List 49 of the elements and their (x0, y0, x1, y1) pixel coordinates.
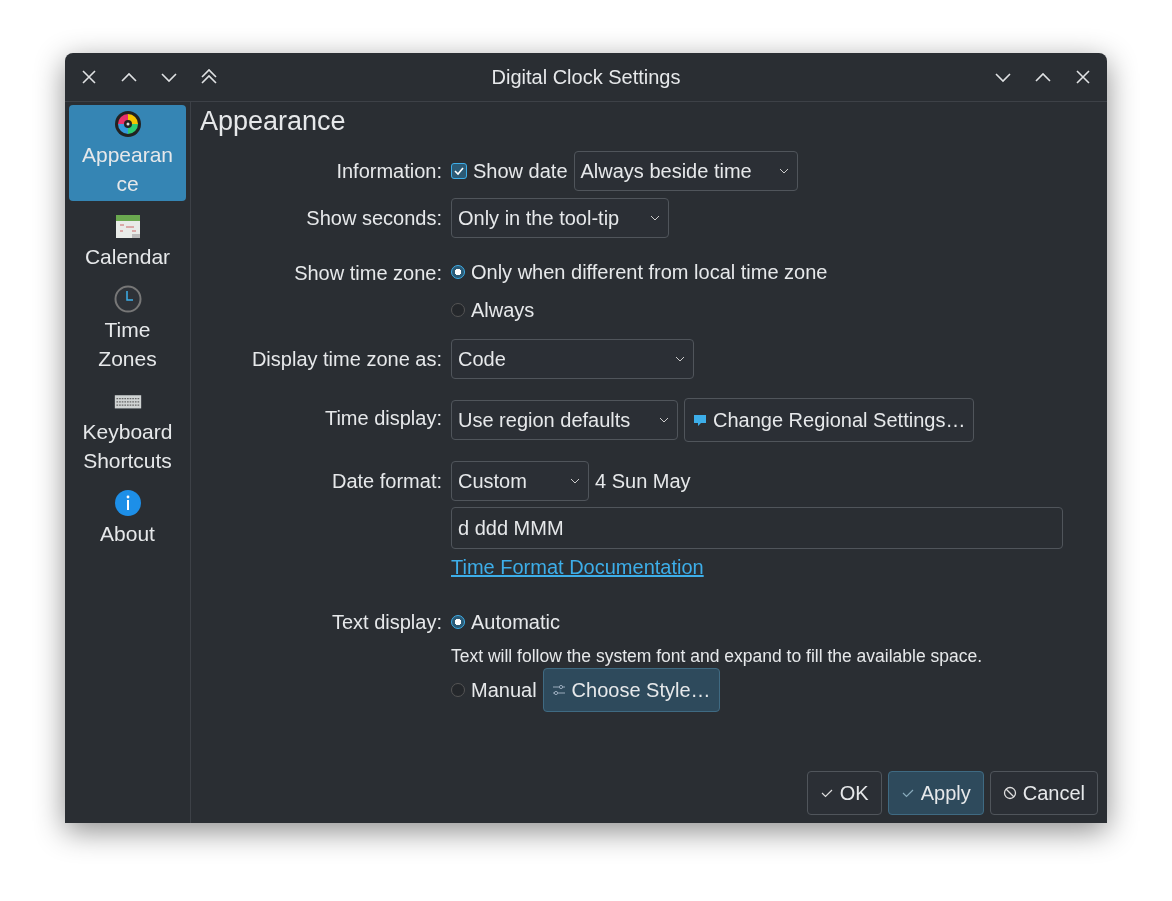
sidebar-item[interactable]: Time Zones (69, 280, 186, 376)
caret-icon (570, 478, 580, 484)
date-format-field[interactable]: d ddd MMM (451, 507, 1063, 549)
dropdown[interactable]: Code (451, 339, 694, 379)
radio-button[interactable] (451, 265, 465, 279)
window-title: Digital Clock Settings (490, 65, 682, 89)
info-icon (113, 489, 142, 517)
help-text: Text will follow the system font and expand to fill the available space. (451, 645, 983, 668)
checkbox-label[interactable]: Show date (473, 159, 568, 183)
cancel-icon (1002, 786, 1017, 800)
sidebar-item[interactable]: Calendar (69, 207, 186, 274)
radio-button[interactable] (451, 683, 465, 697)
form-label: Show seconds: (305, 206, 442, 231)
form-label: Display time zone as: (250, 347, 442, 372)
dropdown[interactable]: Custom (451, 461, 589, 501)
sidebar-item[interactable]: Keyboard Shortcuts (69, 382, 186, 478)
form-label: Time display: (323, 406, 442, 431)
radio-label[interactable]: Automatic (471, 610, 560, 634)
form-label: Text display: (330, 610, 442, 635)
choose-style-button[interactable]: Choose Style… (542, 668, 720, 712)
calendar-icon (113, 212, 142, 240)
color-wheel-icon (113, 110, 142, 138)
form-label: Information: (335, 159, 442, 184)
form-label: Show time zone: (293, 261, 442, 286)
radio-label[interactable]: Only when different from local time zone (471, 260, 828, 284)
page-title: Appearance (200, 106, 347, 137)
ok-button[interactable]: OK (806, 771, 882, 815)
form-label: Date format: (330, 469, 442, 494)
radio-label[interactable]: Manual (471, 678, 537, 702)
sliders-icon (551, 683, 566, 697)
speech-bubble-icon (693, 413, 707, 427)
documentation-link[interactable]: Time Format Documentation (451, 549, 704, 585)
cancel-button[interactable]: Cancel (989, 771, 1098, 815)
caret-icon (675, 356, 685, 362)
dropdown[interactable]: Only in the tool-tip (451, 198, 669, 238)
caret-icon (650, 215, 660, 221)
caret-icon (659, 417, 669, 423)
radio-button[interactable] (451, 303, 465, 317)
radio-button[interactable] (451, 615, 465, 629)
apply-button[interactable]: Apply (887, 771, 984, 815)
radio-label[interactable]: Always (471, 298, 535, 322)
date-preview: 4 Sun May (595, 469, 691, 493)
clock-icon (113, 285, 142, 313)
checkbox[interactable] (451, 163, 467, 179)
caret-icon (778, 168, 789, 174)
sidebar-item[interactable]: About (69, 484, 186, 551)
dropdown[interactable]: Use region defaults (451, 400, 678, 440)
dropdown[interactable]: Always beside time (573, 151, 798, 191)
change-regional-settings-button[interactable]: Change Regional Settings… (684, 398, 975, 442)
